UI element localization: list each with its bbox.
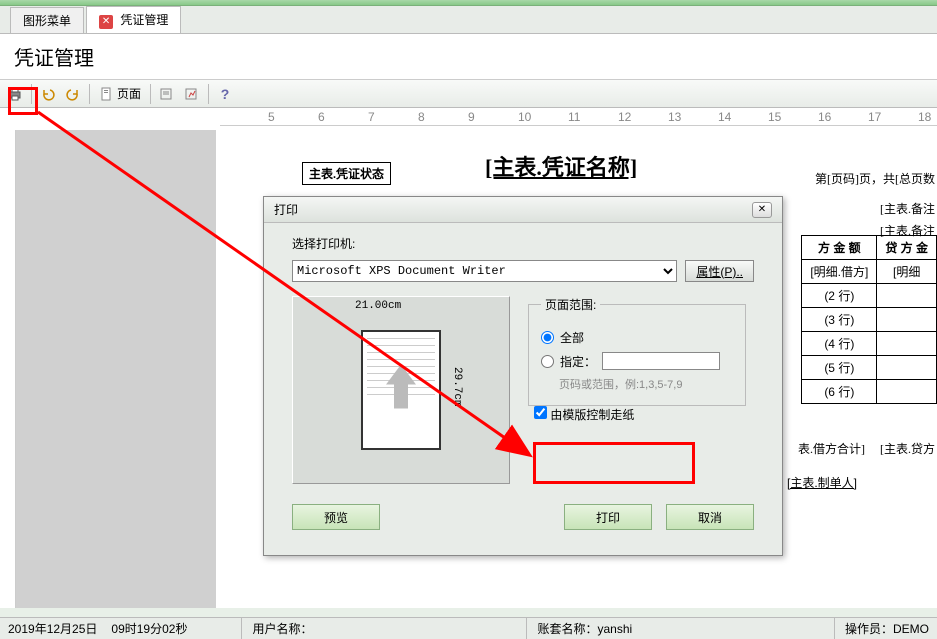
cancel-button[interactable]: 取消	[666, 504, 754, 530]
cell	[877, 356, 937, 380]
separator	[31, 84, 32, 104]
separator	[208, 84, 209, 104]
dialog-title-text: 打印	[274, 201, 298, 218]
dialog-titlebar[interactable]: 打印 ✕	[264, 197, 782, 223]
printer-select[interactable]: Microsoft XPS Document Writer	[292, 260, 677, 282]
properties-button[interactable]: 属性(P)..	[685, 260, 754, 282]
ruler-tick: 17	[868, 110, 881, 124]
ruler-tick: 11	[568, 110, 580, 124]
redo-button[interactable]	[62, 83, 84, 105]
tab-graphic-menu[interactable]: 图形菜单	[10, 7, 84, 33]
cell: (2 行)	[802, 284, 877, 308]
vertical-ruler	[0, 130, 16, 608]
ruler-tick: 8	[418, 110, 425, 124]
print-dialog: 打印 ✕ 选择打印机: Microsoft XPS Document Write…	[263, 196, 783, 556]
page-range-input[interactable]	[602, 352, 720, 370]
page-title: 凭证管理	[0, 34, 937, 80]
orientation-arrow-icon	[384, 363, 418, 413]
status-account: 账套名称：yanshi	[526, 618, 632, 639]
radio-all[interactable]	[541, 331, 554, 344]
template-paper-checkbox[interactable]	[534, 406, 547, 419]
page-range-fieldset: 页面范围: 全部 指定： 页码或范围，例:1,3,5-7,9	[528, 296, 746, 406]
cell: (4 行)	[802, 332, 877, 356]
ruler-tick: 10	[518, 110, 531, 124]
tab-voucher-mgmt[interactable]: ✕ 凭证管理	[86, 6, 181, 33]
cell	[877, 380, 937, 404]
radio-specify-label: 指定：	[560, 353, 596, 370]
credit-total: [主表.贷方	[880, 440, 935, 457]
ruler-tick: 15	[768, 110, 781, 124]
cell: (3 行)	[802, 308, 877, 332]
ruler-tick: 13	[668, 110, 681, 124]
ruler-tick: 7	[368, 110, 375, 124]
radio-specify-row[interactable]: 指定：	[541, 352, 733, 370]
separator	[89, 84, 90, 104]
page-setup-label: 页面	[117, 85, 141, 102]
left-gutter	[16, 130, 216, 608]
undo-button[interactable]	[37, 83, 59, 105]
ruler-tick: 16	[818, 110, 831, 124]
tool-button-1[interactable]	[156, 83, 178, 105]
cell: (6 行)	[802, 380, 877, 404]
ruler-tick: 14	[718, 110, 731, 124]
status-time: 09时19分02秒	[111, 620, 187, 637]
ruler-tick: 12	[618, 110, 631, 124]
page-setup-button[interactable]: 页面	[95, 83, 145, 105]
dialog-close-button[interactable]: ✕	[752, 202, 772, 218]
paper-preview: 21.00cm 29.7cm	[292, 296, 510, 484]
help-button[interactable]: ?	[214, 83, 236, 105]
col-debit: 方 金 额	[802, 236, 877, 260]
print-button[interactable]	[4, 83, 26, 105]
print-confirm-button[interactable]: 打印	[564, 504, 652, 530]
page-info: 第[页码]页，共[总页数	[815, 170, 935, 187]
tab-label: 凭证管理	[120, 13, 168, 27]
status-user: 用户名称：	[241, 618, 312, 639]
cell	[877, 308, 937, 332]
col-credit: 贷 方 金	[877, 236, 937, 260]
select-printer-label: 选择打印机:	[292, 235, 754, 252]
ruler-tick: 9	[468, 110, 475, 124]
tab-bar: 图形菜单 ✕ 凭证管理	[0, 6, 937, 34]
status-operator: 操作员：DEMO	[834, 618, 929, 639]
paper-height-label: 29.7cm	[451, 367, 463, 407]
tab-close-icon[interactable]: ✕	[99, 15, 113, 29]
radio-all-row[interactable]: 全部	[541, 329, 733, 346]
separator	[150, 84, 151, 104]
horizontal-ruler: 5 6 7 8 9 10 11 12 13 14 15 16 17 18	[220, 108, 937, 126]
template-paper-checkbox-row[interactable]: 由模版控制走纸	[534, 408, 634, 422]
cell: (5 行)	[802, 356, 877, 380]
template-paper-label: 由模版控制走纸	[550, 408, 634, 422]
debit-total: 表.借方合计]	[798, 440, 865, 457]
cell	[877, 284, 937, 308]
range-hint: 页码或范围，例:1,3,5-7,9	[559, 376, 733, 392]
ruler-tick: 5	[268, 110, 275, 124]
cell: [明细	[877, 260, 937, 284]
cell: [明细.借方]	[802, 260, 877, 284]
status-field: 主表.凭证状态	[302, 162, 391, 185]
preview-button[interactable]: 预览	[292, 504, 380, 530]
toolbar: 页面 ?	[0, 80, 937, 108]
paper-icon	[361, 330, 441, 450]
tool-button-2[interactable]	[181, 83, 203, 105]
doc-title: [主表.凭证名称]	[485, 150, 637, 182]
status-bar: 2019年12月25日 09时19分02秒 用户名称： 账套名称：yanshi …	[0, 617, 937, 639]
radio-specify[interactable]	[541, 355, 554, 368]
status-date: 2019年12月25日	[8, 620, 97, 637]
cell	[877, 332, 937, 356]
ruler-tick: 18	[918, 110, 931, 124]
doc-table: 方 金 额贷 方 金 [明细.借方][明细 (2 行) (3 行) (4 行) …	[801, 235, 937, 404]
note-1: [主表.备注	[880, 200, 935, 217]
ruler-tick: 6	[318, 110, 325, 124]
paper-width-label: 21.00cm	[355, 300, 401, 312]
page-range-legend: 页面范围:	[541, 296, 600, 313]
radio-all-label: 全部	[560, 329, 584, 346]
